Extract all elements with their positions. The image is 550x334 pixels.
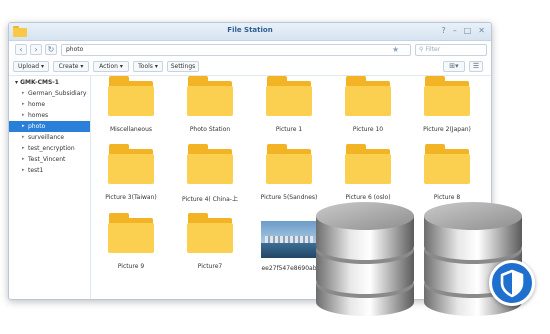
sidebar-item-homes[interactable]: ▸ homes (9, 110, 90, 121)
tools-button[interactable]: Tools ▾ (133, 61, 163, 72)
search-icon: ⚲ (419, 46, 424, 53)
minimize-button[interactable]: – (453, 26, 457, 36)
window-title: File Station (227, 26, 273, 34)
create-button[interactable]: Create ▾ (53, 61, 89, 72)
folder-picture-2-japan[interactable]: Picture 2(Japan) (415, 76, 479, 133)
image-thumbnail (261, 221, 317, 258)
sidebar-item-home[interactable]: ▸ home (9, 99, 90, 110)
folder-icon (187, 144, 233, 184)
sidebar-item-german-subsidiary[interactable]: ▸ German_Subsidiary (9, 88, 90, 99)
folder-icon (108, 76, 154, 116)
back-button[interactable]: ‹ (15, 44, 27, 55)
action-button[interactable]: Action ▾ (93, 61, 129, 72)
folder-icon (266, 144, 312, 184)
sidebar-item-surveillance[interactable]: ▸ surveillance (9, 132, 90, 143)
tree-root[interactable]: ▾ GMK-CMS-1 (9, 76, 90, 88)
filter-placeholder: Filter (425, 46, 441, 53)
refresh-button[interactable]: ↻ (45, 44, 57, 55)
folder-picture7[interactable]: Picture7 (178, 213, 242, 270)
title-bar: File Station ? – □ ✕ (9, 23, 491, 41)
folder-icon (266, 76, 312, 116)
path-field[interactable]: photo (61, 44, 411, 56)
settings-button[interactable]: Settings (167, 61, 199, 72)
folder-picture-10[interactable]: Picture 10 (336, 76, 400, 133)
folder-icon (345, 144, 391, 184)
folder-icon (108, 144, 154, 184)
folder-picture-9[interactable]: Picture 9 (99, 213, 163, 270)
folder-tree: ▾ GMK-CMS-1 ▸ German_Subsidiary ▸ home ▸ ho… (9, 76, 91, 299)
sidebar-item-test-encryption[interactable]: ▸ test_encryption (9, 143, 90, 154)
folder-miscellaneous[interactable]: Miscellaneous (99, 76, 163, 133)
action-toolbar: Upload ▾ Create ▾ Action ▾ Tools ▾ Setti… (9, 59, 491, 76)
maximize-button[interactable]: □ (464, 26, 472, 36)
folder-picture-8[interactable]: Picture 8 (415, 144, 479, 201)
shield-icon (500, 269, 524, 298)
folder-picture-1[interactable]: Picture 1 (257, 76, 321, 133)
folder-picture-4-china[interactable]: Picture 4( China-上 (178, 144, 242, 203)
folder-icon (187, 213, 233, 253)
forward-button[interactable]: › (30, 44, 42, 55)
folder-icon (424, 144, 470, 184)
navigation-bar: ‹ › ↻ photo ★ ⚲ Filter (9, 43, 491, 59)
folder-icon (108, 213, 154, 253)
folder-picture-5-sandnes[interactable]: Picture 5(Sandnes) (257, 144, 321, 201)
folder-picture-6-oslo[interactable]: Picture 6 (oslo) (336, 144, 400, 201)
folder-photo-station[interactable]: Photo Station (178, 76, 242, 133)
folder-icon (424, 76, 470, 116)
folder-picture-3-taiwan[interactable]: Picture 3(Taiwan) (99, 144, 163, 201)
folder-icon (345, 76, 391, 116)
filter-input[interactable]: ⚲ Filter (415, 44, 487, 56)
close-button[interactable]: ✕ (478, 26, 485, 36)
upload-button[interactable]: Upload ▾ (13, 61, 49, 72)
list-view-icon[interactable]: ☰ (469, 61, 483, 72)
sidebar-item-test1[interactable]: ▸ test1 (9, 165, 90, 176)
grid-view-icon[interactable]: ⊞▾ (443, 61, 465, 72)
database-icon (316, 202, 414, 316)
shield-badge (489, 260, 535, 306)
help-button[interactable]: ? (441, 26, 445, 36)
sidebar-item-test-vincent[interactable]: ▸ Test_Vincent (9, 154, 90, 165)
star-icon[interactable]: ★ (392, 44, 399, 56)
folder-icon (187, 76, 233, 116)
sidebar-item-photo[interactable]: ▸ photo (9, 121, 90, 132)
